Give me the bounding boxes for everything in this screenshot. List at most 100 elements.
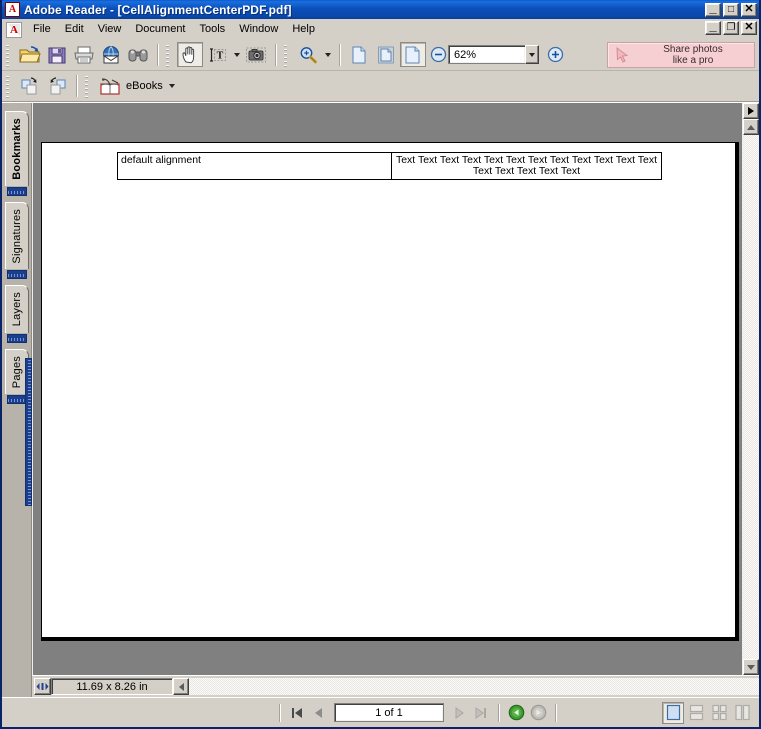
zoom-input[interactable]: 62%: [448, 45, 526, 64]
rotate-clockwise-icon: [19, 76, 41, 96]
sidebar-tab-bookmarks[interactable]: Bookmarks: [5, 111, 29, 186]
menu-item-window[interactable]: Window: [232, 21, 285, 38]
ad-line-2: like a pro: [672, 55, 714, 66]
last-page-button[interactable]: [471, 703, 491, 723]
previous-page-button[interactable]: [309, 703, 329, 723]
menu-item-document[interactable]: Document: [128, 21, 192, 38]
open-button[interactable]: [17, 42, 43, 67]
menu-item-edit[interactable]: Edit: [58, 21, 91, 38]
first-page-button[interactable]: [287, 703, 307, 723]
fit-width-icon: [404, 45, 422, 65]
document-minimize-button[interactable]: _: [705, 18, 721, 35]
minimize-button[interactable]: _: [705, 0, 721, 17]
zoom-toolbar-group: [293, 42, 335, 67]
zoom-dropdown-button[interactable]: [525, 45, 539, 64]
print-button[interactable]: [71, 42, 97, 67]
previous-view-button[interactable]: [506, 703, 526, 723]
cursor-arrow-icon: [612, 45, 632, 65]
document-canvas[interactable]: default alignment Text Text Text Text Te…: [32, 103, 742, 675]
toolbar-grip[interactable]: [84, 74, 91, 98]
nav-separator: [498, 703, 499, 722]
rotate-clockwise-button[interactable]: [17, 74, 43, 99]
share-photos-ad[interactable]: Share photos like a pro: [607, 42, 755, 68]
sidebar-tab-signatures[interactable]: Signatures: [5, 201, 29, 270]
hand-tool-button[interactable]: [177, 42, 203, 67]
email-button[interactable]: [98, 42, 124, 67]
sidebar-tab-bookmarks-grip[interactable]: [7, 186, 27, 196]
resize-grip-button[interactable]: [34, 678, 51, 695]
facing-view-button[interactable]: [731, 702, 753, 724]
horizontal-scrollbar[interactable]: [173, 678, 759, 695]
menu-item-tools[interactable]: Tools: [193, 21, 233, 38]
text-select-button[interactable]: T: [204, 42, 230, 67]
vertical-scroll-track[interactable]: [743, 135, 759, 659]
search-button[interactable]: [125, 42, 151, 67]
continuous-view-button[interactable]: [685, 702, 707, 724]
toolbar-grip[interactable]: [5, 42, 12, 67]
next-page-icon: [455, 706, 464, 719]
ad-line-1: Share photos: [663, 44, 723, 55]
document-body: default alignment Text Text Text Text Te…: [32, 103, 759, 675]
zoom-in-tool-icon: [298, 45, 318, 65]
close-button[interactable]: ✕: [741, 2, 757, 17]
sidebar-tab-layers-grip[interactable]: [7, 333, 27, 343]
maximize-icon: □: [727, 3, 735, 15]
open-icon: [19, 45, 41, 65]
scroll-left-icon: [178, 682, 184, 691]
document-restore-button[interactable]: ❐: [723, 21, 739, 35]
maximize-button[interactable]: □: [723, 2, 739, 17]
zoom-out-button[interactable]: [428, 45, 448, 65]
document-close-button[interactable]: ✕: [741, 21, 757, 35]
menu-item-file[interactable]: File: [26, 21, 58, 38]
continuous-facing-view-icon: [711, 704, 727, 721]
ebooks-dropdown[interactable]: [167, 74, 178, 99]
table-cell-default-alignment: default alignment: [117, 152, 392, 180]
page-indicator: 1 of 1: [375, 706, 403, 719]
next-page-button[interactable]: [449, 703, 469, 723]
next-view-button[interactable]: [528, 703, 548, 723]
minimize-icon: _: [709, 18, 717, 33]
navigation-tab-rail: Bookmarks Signatures Layers Pages: [2, 103, 32, 697]
toolbar-grip[interactable]: [5, 74, 12, 98]
vertical-scrollbar[interactable]: [742, 103, 759, 675]
sidebar-splitter[interactable]: [25, 358, 32, 506]
window-title: Adobe Reader - [CellAlignmentCenterPDF.p…: [24, 2, 292, 17]
menu-item-help[interactable]: Help: [285, 21, 322, 38]
ad-text: Share photos like a pro: [636, 44, 754, 66]
scroll-left-button[interactable]: [173, 678, 189, 695]
adobe-reader-window: Adobe Reader - [CellAlignmentCenterPDF.p…: [0, 0, 761, 729]
rotate-counterclockwise-button[interactable]: [44, 74, 70, 99]
continuous-facing-view-button[interactable]: [708, 702, 730, 724]
panel-expand-right-button[interactable]: [743, 103, 759, 119]
minimize-icon: _: [709, 0, 717, 15]
sidebar-tab-pages-grip[interactable]: [7, 394, 27, 404]
text-select-icon: T: [206, 46, 228, 64]
single-page-view-button[interactable]: [662, 701, 684, 724]
scroll-down-button[interactable]: [743, 659, 759, 675]
zoom-tool-dropdown[interactable]: [322, 42, 333, 67]
sidebar-tab-signatures-grip[interactable]: [7, 270, 27, 280]
scroll-up-button[interactable]: [743, 119, 759, 135]
toolbar-grip[interactable]: [283, 42, 290, 67]
save-button[interactable]: [44, 42, 70, 67]
horizontal-scroll-track[interactable]: [189, 678, 759, 695]
facing-view-icon: [734, 704, 750, 721]
fit-page-button[interactable]: [373, 42, 399, 67]
zoom-in-button[interactable]: [545, 45, 565, 65]
zoom-value: 62%: [454, 48, 477, 61]
fit-width-button[interactable]: [400, 42, 426, 67]
actual-size-button[interactable]: [346, 42, 372, 67]
text-select-dropdown[interactable]: [231, 42, 242, 67]
toolbar-grip[interactable]: [165, 42, 172, 67]
snapshot-button[interactable]: [243, 42, 269, 67]
view-mode-buttons: [662, 701, 753, 724]
page-number-input[interactable]: 1 of 1: [334, 703, 444, 722]
continuous-view-icon: [689, 704, 703, 721]
last-page-icon: [475, 706, 486, 719]
sidebar-tab-layers[interactable]: Layers: [5, 285, 29, 333]
ebooks-button[interactable]: eBooks: [94, 74, 182, 99]
zoom-in-tool-button[interactable]: [295, 42, 321, 67]
secondary-toolbar: eBooks: [2, 71, 759, 102]
menu-item-view[interactable]: View: [91, 21, 129, 38]
document-pane: default alignment Text Text Text Text Te…: [32, 103, 759, 697]
